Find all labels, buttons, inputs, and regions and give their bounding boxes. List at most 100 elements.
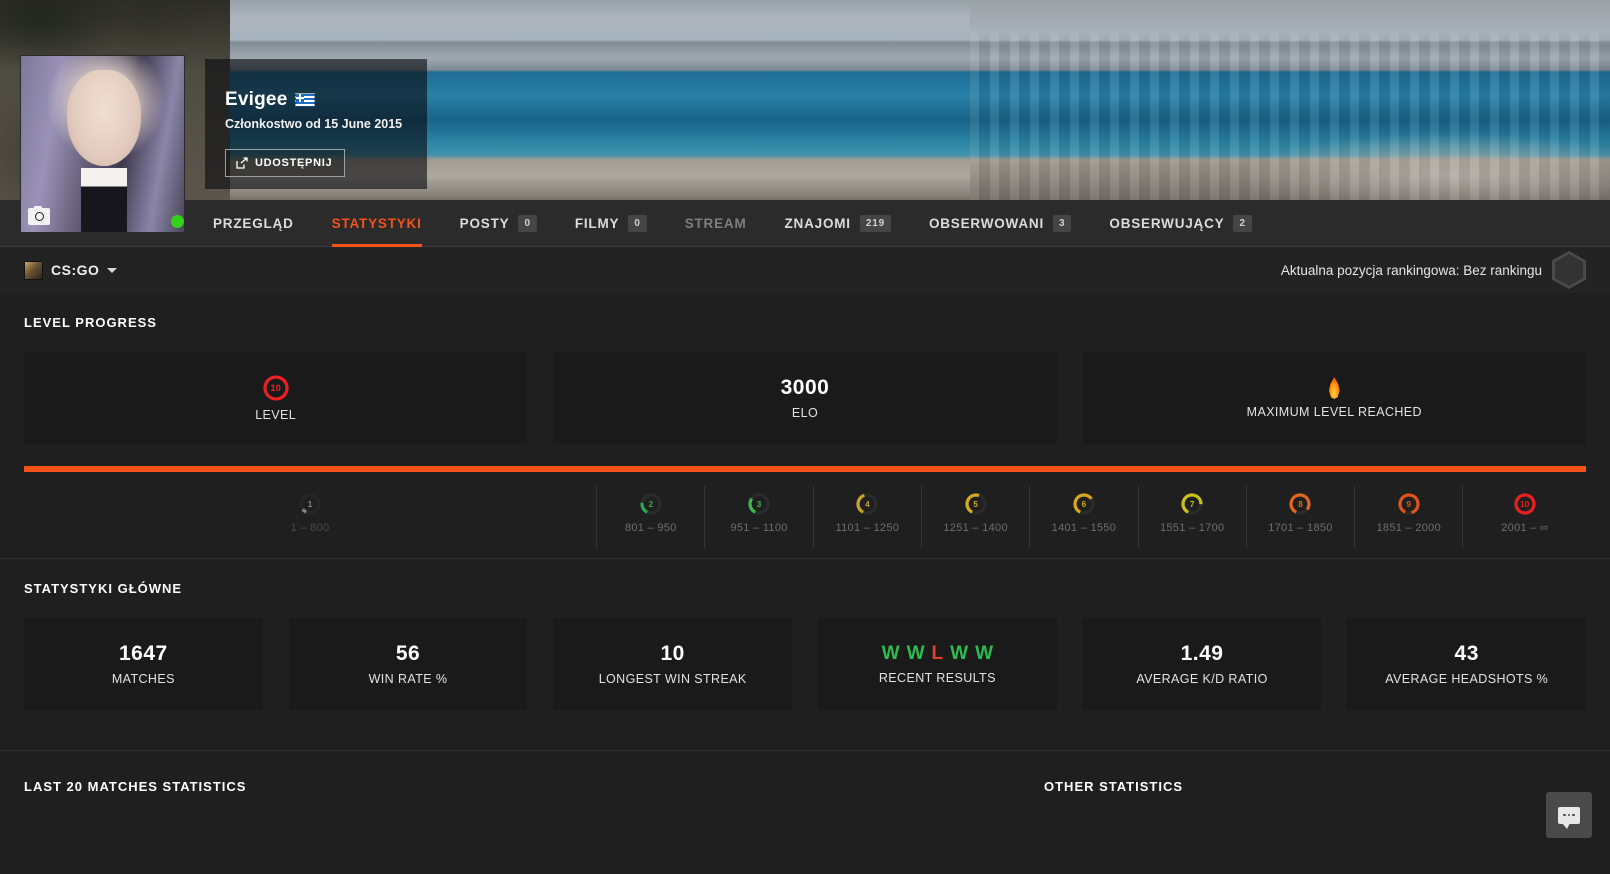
- stat-card-average-headshots-: 43 AVERAGE HEADSHOTS %: [1347, 618, 1587, 710]
- nav-item-stream[interactable]: STREAM: [685, 200, 747, 247]
- nav-item-label: PRZEGLĄD: [213, 215, 294, 231]
- greece-flag-icon: [295, 93, 316, 107]
- game-selector-label: CS:GO: [51, 262, 100, 278]
- nav-item-posty[interactable]: POSTY 0: [460, 200, 537, 247]
- csgo-icon: [24, 260, 43, 280]
- level-4-icon: 4: [855, 492, 879, 516]
- level-tick-4[interactable]: 4 1101 – 1250: [812, 486, 921, 548]
- nav-item-statystyki[interactable]: STATYSTYKI: [331, 200, 422, 247]
- level-9-icon: 9: [1397, 492, 1421, 516]
- nav-item-count: 2: [1233, 214, 1252, 232]
- game-bar: CS:GO Aktualna pozycja rankingowa: Bez r…: [0, 247, 1610, 293]
- chat-dot: [1572, 813, 1575, 817]
- stat-card-matches: 1647 MATCHES: [24, 618, 263, 710]
- level-tick-10[interactable]: 10 2001 – ∞: [1462, 486, 1586, 548]
- main-stats-title: STATYSTYKI GŁÓWNE: [24, 581, 183, 596]
- recent-result-loss: L: [931, 643, 944, 664]
- level-card-value: 3000: [780, 376, 830, 399]
- stat-card-label: LONGEST WIN STREAK: [598, 672, 747, 686]
- name-plate: Evigee Członkostwo od 15 June 2015 UDOST…: [205, 59, 427, 189]
- level-tick-6[interactable]: 6 1401 – 1550: [1029, 486, 1137, 548]
- stat-card-value: 43: [1454, 642, 1479, 665]
- chat-bubble-icon[interactable]: [1546, 792, 1592, 838]
- level-progress-cards: 10 LEVEL 3000 ELO MAXIMUM LEVEL REACHED: [0, 330, 1610, 444]
- level-tick-1[interactable]: 1 1 – 800: [24, 486, 596, 548]
- other-statistics-title: OTHER STATISTICS: [1044, 779, 1184, 794]
- nav-item-znajomi[interactable]: ZNAJOMI 219: [785, 200, 891, 247]
- recent-result-win: W: [950, 643, 969, 664]
- chat-dot: [1567, 813, 1571, 817]
- level-3-icon: 3: [747, 492, 771, 516]
- level-tick-range: 1 – 800: [290, 522, 330, 534]
- stat-card-value: 1647: [118, 642, 168, 665]
- level-1-icon: 1: [298, 492, 322, 516]
- profile-nickname: Evigee: [225, 89, 288, 110]
- main-stats-cards: 1647 MATCHES 56 WIN RATE % 10 LONGEST WIN STR…: [0, 596, 1610, 710]
- level-progress-track: [24, 466, 1586, 472]
- level-progress-track-wrap: 1 1 – 800 2 801 – 950 3 951 – 1100 4 1101 – 125…: [0, 444, 1610, 548]
- level-5-icon: 5: [964, 492, 988, 516]
- level-tick-range: 1551 – 1700: [1159, 522, 1225, 534]
- level-card-label: MAXIMUM LEVEL REACHED: [1246, 405, 1422, 419]
- level-tick-list: 1 1 – 800 2 801 – 950 3 951 – 1100 4 1101 – 125…: [24, 486, 1586, 548]
- level-8-icon: 8: [1288, 492, 1312, 516]
- share-button[interactable]: UDOSTĘPNIJ: [225, 149, 346, 177]
- recent-results-list: WWLWW: [882, 643, 993, 665]
- level-tick-range: 1401 – 1550: [1051, 522, 1117, 534]
- camera-icon[interactable]: [28, 206, 50, 225]
- level-tick-5[interactable]: 5 1251 – 1400: [921, 486, 1029, 548]
- level-7-icon: 7: [1180, 492, 1204, 516]
- level-tick-range: 2001 – ∞: [1501, 522, 1549, 534]
- level-tick-2[interactable]: 2 801 – 950: [596, 486, 704, 548]
- nav-item-label: OBSERWOWANI: [928, 215, 1045, 231]
- stat-card-value: 56: [395, 642, 421, 665]
- stat-card-label: WIN RATE %: [368, 672, 448, 686]
- hexagon-rank-icon: [1552, 251, 1586, 289]
- level-card-elo: 3000 ELO: [553, 352, 1057, 444]
- nav-item-label: STREAM: [684, 215, 747, 231]
- game-selector[interactable]: CS:GO: [24, 260, 118, 280]
- level-tick-range: 1251 – 1400: [943, 522, 1008, 534]
- nav-item-obserwowani[interactable]: OBSERWOWANI 3: [928, 200, 1072, 247]
- bottom-section: LAST 20 MATCHES STATISTICS OTHER STATIST…: [0, 710, 1610, 794]
- online-status-dot: [171, 215, 184, 228]
- membership-date: Członkostwo od 15 June 2015: [225, 117, 403, 131]
- nav-item-label: ZNAJOMI: [784, 215, 851, 231]
- level-6-icon: 6: [1072, 492, 1096, 516]
- level-tick-8[interactable]: 8 1701 – 1850: [1245, 486, 1354, 548]
- flame-icon: [1328, 377, 1340, 399]
- nav-item-filmy[interactable]: FILMY 0: [575, 200, 647, 247]
- last-20-matches-title: LAST 20 MATCHES STATISTICS: [24, 779, 247, 794]
- level-tick-range: 951 – 1100: [730, 522, 788, 534]
- nav-item-label: OBSERWUJĄCY: [1109, 215, 1225, 231]
- level-10-icon: 10: [262, 374, 290, 402]
- avatar[interactable]: [20, 55, 185, 233]
- recent-result-win: W: [881, 643, 900, 664]
- chevron-down-icon: [107, 267, 118, 273]
- nav-item-przegld[interactable]: PRZEGLĄD: [213, 200, 294, 247]
- chat-dot: [1563, 813, 1566, 817]
- profile-nickname-row: Evigee: [225, 89, 427, 111]
- rank-text: Aktualna pozycja rankingowa: Bez ranking…: [1280, 262, 1542, 278]
- stat-card-value: 1.49: [1180, 642, 1224, 665]
- chat-bubble-shape: [1558, 806, 1580, 829]
- stat-card-value: 10: [660, 642, 685, 665]
- nav-item-count: 0: [628, 214, 647, 232]
- level-card-level: 10 LEVEL: [24, 352, 528, 444]
- level-card-label: ELO: [791, 406, 819, 420]
- stat-card-average-k-d-ratio: 1.49 AVERAGE K/D RATIO: [1082, 618, 1322, 710]
- stat-card-win-rate-: 56 WIN RATE %: [288, 618, 528, 710]
- nav-item-label: FILMY: [574, 215, 620, 231]
- cover-photo: Evigee Członkostwo od 15 June 2015 UDOST…: [0, 0, 1610, 200]
- nav-item-obserwujcy[interactable]: OBSERWUJĄCY 2: [1109, 200, 1252, 247]
- level-tick-9[interactable]: 9 1851 – 2000: [1354, 486, 1462, 548]
- nav-item-label: POSTY: [459, 215, 510, 231]
- nav-item-count: 219: [859, 214, 891, 232]
- recent-result-win: W: [906, 643, 925, 664]
- level-10-icon: 10: [1513, 492, 1537, 516]
- level-card-label: LEVEL: [255, 408, 297, 422]
- level-tick-3[interactable]: 3 951 – 1100: [704, 486, 812, 548]
- level-tick-range: 1851 – 2000: [1376, 522, 1441, 534]
- level-tick-7[interactable]: 7 1551 – 1700: [1137, 486, 1246, 548]
- nav-item-count: 3: [1053, 214, 1072, 232]
